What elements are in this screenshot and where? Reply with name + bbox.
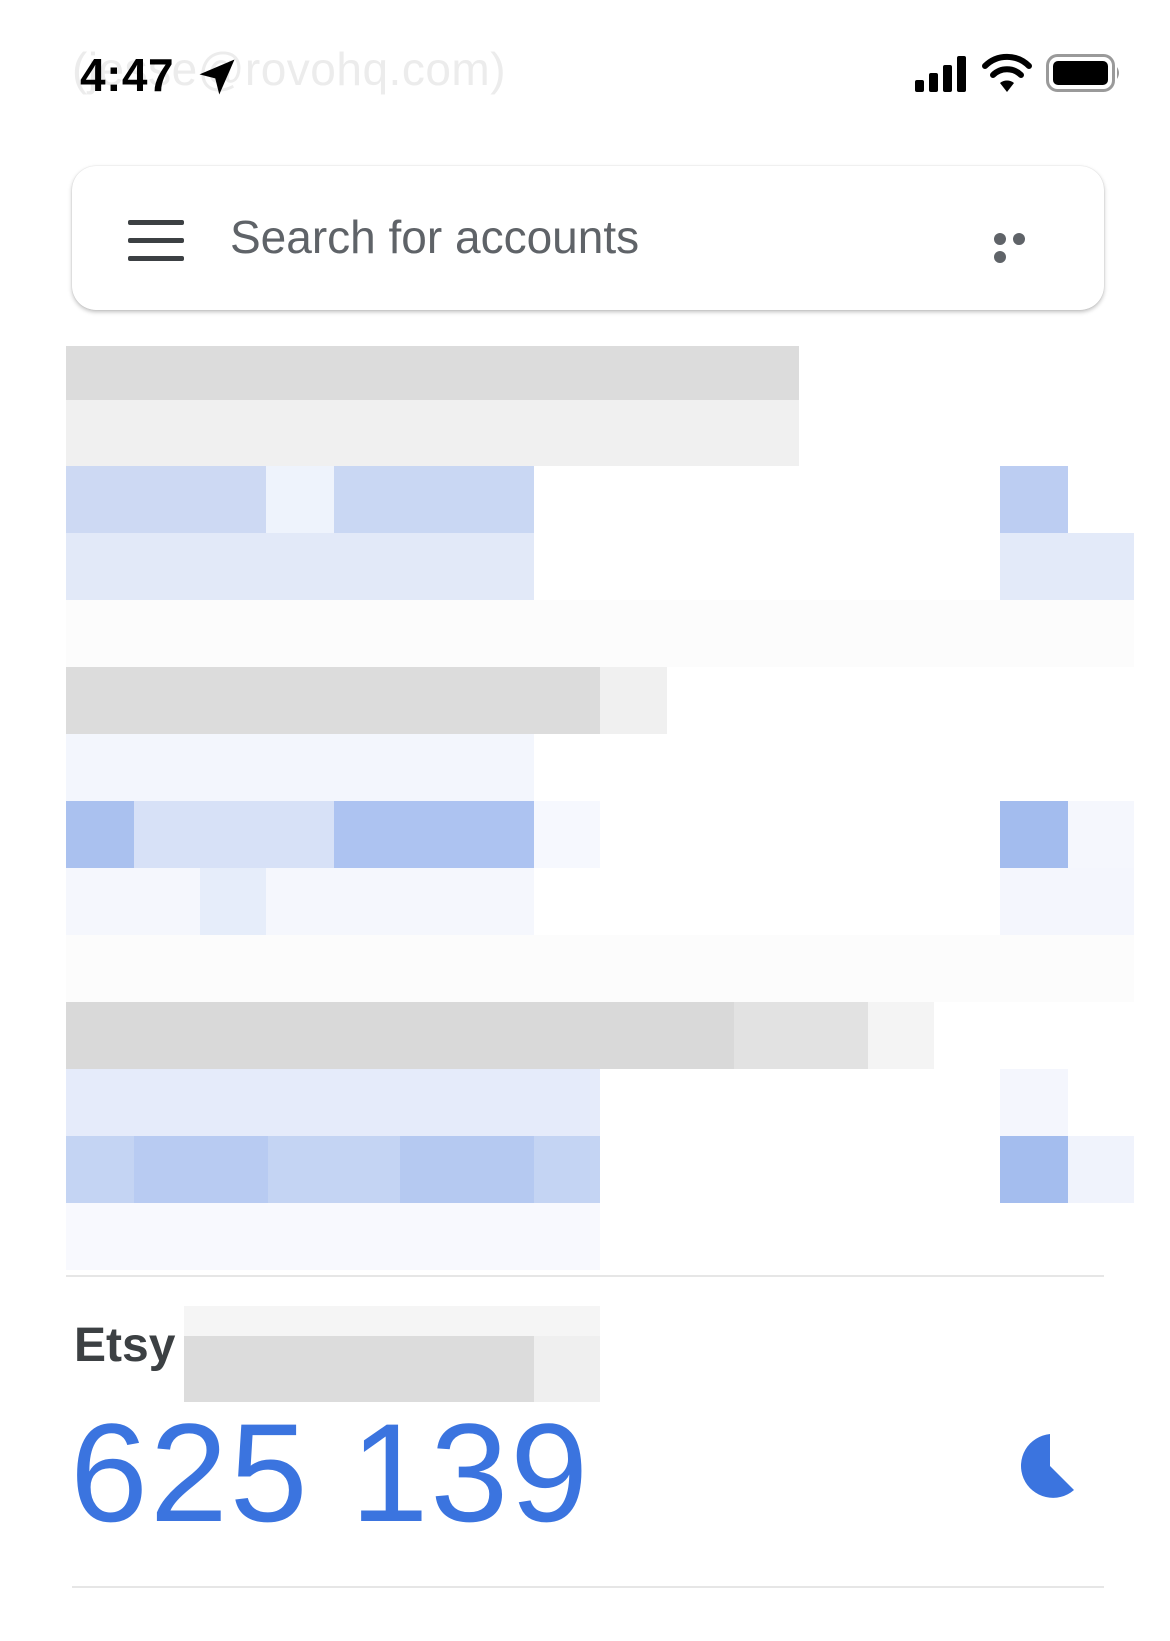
countdown-timer-icon — [1020, 1434, 1074, 1498]
redacted-code — [66, 1203, 600, 1270]
status-bar: (jesse@rovohq.com) 4:47 — [0, 0, 1170, 150]
redacted-code — [534, 801, 600, 868]
redacted-label — [734, 1002, 868, 1069]
redacted-timer — [1000, 466, 1068, 533]
redacted-code — [66, 734, 534, 801]
hamburger-menu-icon[interactable] — [128, 220, 184, 261]
redacted-account-name — [184, 1306, 600, 1336]
redacted-code — [334, 801, 534, 868]
status-time: 4:47 — [80, 49, 175, 101]
redacted-code — [66, 868, 534, 935]
redacted-code — [134, 801, 334, 868]
redacted-timer — [1068, 801, 1134, 868]
redacted-code — [66, 801, 134, 868]
redacted-label — [66, 667, 600, 734]
battery-icon — [1046, 54, 1119, 92]
list-divider — [66, 1275, 1104, 1277]
redacted-label — [600, 667, 667, 734]
location-arrow-icon — [199, 59, 235, 95]
account-issuer-label: Etsy — [74, 1319, 176, 1372]
authenticator-screen: (jesse@rovohq.com) 4:47 Search for accou… — [0, 0, 1170, 1641]
redacted-timer — [1068, 1136, 1134, 1203]
list-divider — [72, 1586, 1104, 1588]
redacted-code — [66, 466, 266, 533]
redacted-timer — [1000, 1136, 1068, 1203]
redacted-label — [66, 400, 799, 466]
redacted-code — [200, 868, 266, 935]
search-input[interactable]: Search for accounts — [230, 210, 639, 264]
cellular-signal-icon — [915, 56, 966, 92]
more-horizontal-icon[interactable] — [994, 232, 1048, 263]
redacted-code — [266, 466, 334, 533]
redacted-timer — [1000, 801, 1068, 868]
redacted-code — [134, 1136, 268, 1203]
redacted-divider — [66, 600, 1134, 667]
search-bar[interactable]: Search for accounts — [72, 166, 1104, 310]
redacted-code — [66, 533, 534, 600]
otp-code[interactable]: 625 139 — [70, 1392, 590, 1554]
redacted-code — [334, 466, 534, 533]
redacted-timer — [1000, 1069, 1068, 1136]
redacted-timer — [1000, 533, 1134, 600]
redacted-divider — [66, 935, 1134, 1002]
redacted-label — [66, 346, 799, 400]
redacted-code — [400, 1136, 534, 1203]
redacted-code — [66, 1069, 600, 1136]
wifi-icon — [982, 53, 1032, 92]
redacted-timer — [1000, 868, 1134, 935]
redacted-label — [868, 1002, 934, 1069]
